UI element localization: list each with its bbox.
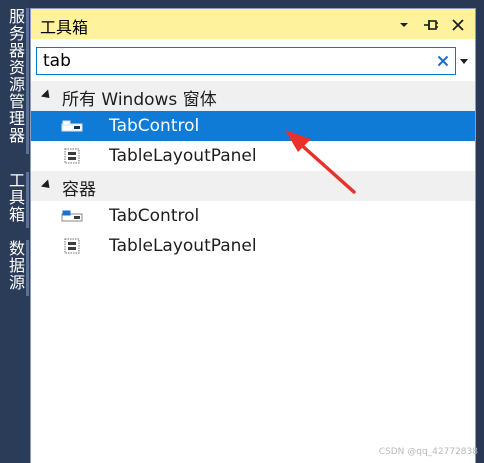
collapse-triangle-icon[interactable] bbox=[40, 179, 54, 192]
tabcontrol-icon bbox=[61, 210, 83, 222]
group-header-containers[interactable]: 容器 bbox=[31, 171, 475, 201]
toolbox-item-list: 所有 Windows 窗体 TabControl TableLayoutPane… bbox=[31, 81, 475, 261]
tabcontrol-icon bbox=[61, 120, 83, 132]
side-tab-server-explorer[interactable]: 服务器资源管理器 bbox=[4, 8, 26, 144]
clear-search-button[interactable] bbox=[434, 48, 452, 74]
side-dock-strip: 服务器资源管理器 工具箱 数据源 bbox=[0, 0, 30, 463]
toolbox-title: 工具箱 bbox=[40, 18, 89, 37]
close-button[interactable] bbox=[447, 12, 469, 36]
collapse-triangle-icon[interactable] bbox=[40, 89, 54, 102]
tablelayoutpanel-icon bbox=[64, 238, 80, 254]
group-header-all-windows-forms[interactable]: 所有 Windows 窗体 bbox=[31, 81, 475, 111]
dropdown-arrow-icon bbox=[460, 59, 468, 64]
watermark-text: CSDN @qq_42772838 bbox=[378, 447, 478, 457]
list-item-tablelayoutpanel[interactable]: TableLayoutPanel bbox=[31, 231, 475, 261]
clear-icon bbox=[437, 55, 449, 67]
ide-window: 服务器资源管理器 工具箱 数据源 工具箱 tab 所有 Windows 窗体 T… bbox=[0, 0, 484, 463]
search-box bbox=[36, 47, 473, 75]
item-label: TableLayoutPanel bbox=[109, 236, 257, 256]
item-label: TabControl bbox=[109, 206, 200, 226]
side-tab-divider bbox=[26, 8, 29, 154]
list-item-tabcontrol[interactable]: TabControl bbox=[31, 201, 475, 231]
side-tab-toolbox[interactable]: 工具箱 bbox=[4, 172, 26, 223]
chevron-down-icon bbox=[400, 22, 408, 27]
side-tab-data-sources[interactable]: 数据源 bbox=[4, 240, 26, 291]
toolbox-title-bar[interactable]: 工具箱 bbox=[31, 9, 475, 39]
side-tab-divider bbox=[26, 240, 29, 296]
close-icon bbox=[452, 18, 464, 31]
search-input[interactable] bbox=[37, 48, 429, 74]
group-label: 容器 bbox=[62, 180, 96, 200]
toolbox-panel: 工具箱 tab 所有 Windows 窗体 TabControl TableLa… bbox=[30, 8, 476, 463]
item-label: TableLayoutPanel bbox=[109, 146, 257, 166]
pin-icon bbox=[424, 19, 438, 30]
group-label: 所有 Windows 窗体 bbox=[62, 90, 217, 110]
list-item-tabcontrol[interactable]: TabControl bbox=[31, 111, 475, 141]
item-label: TabControl bbox=[109, 116, 200, 136]
window-position-dropdown-button[interactable] bbox=[393, 12, 415, 36]
pin-button[interactable] bbox=[420, 12, 442, 36]
list-item-tablelayoutpanel[interactable]: TableLayoutPanel bbox=[31, 141, 475, 171]
tablelayoutpanel-icon bbox=[64, 148, 80, 164]
search-options-dropdown[interactable] bbox=[455, 47, 473, 75]
side-tab-divider bbox=[26, 172, 29, 228]
